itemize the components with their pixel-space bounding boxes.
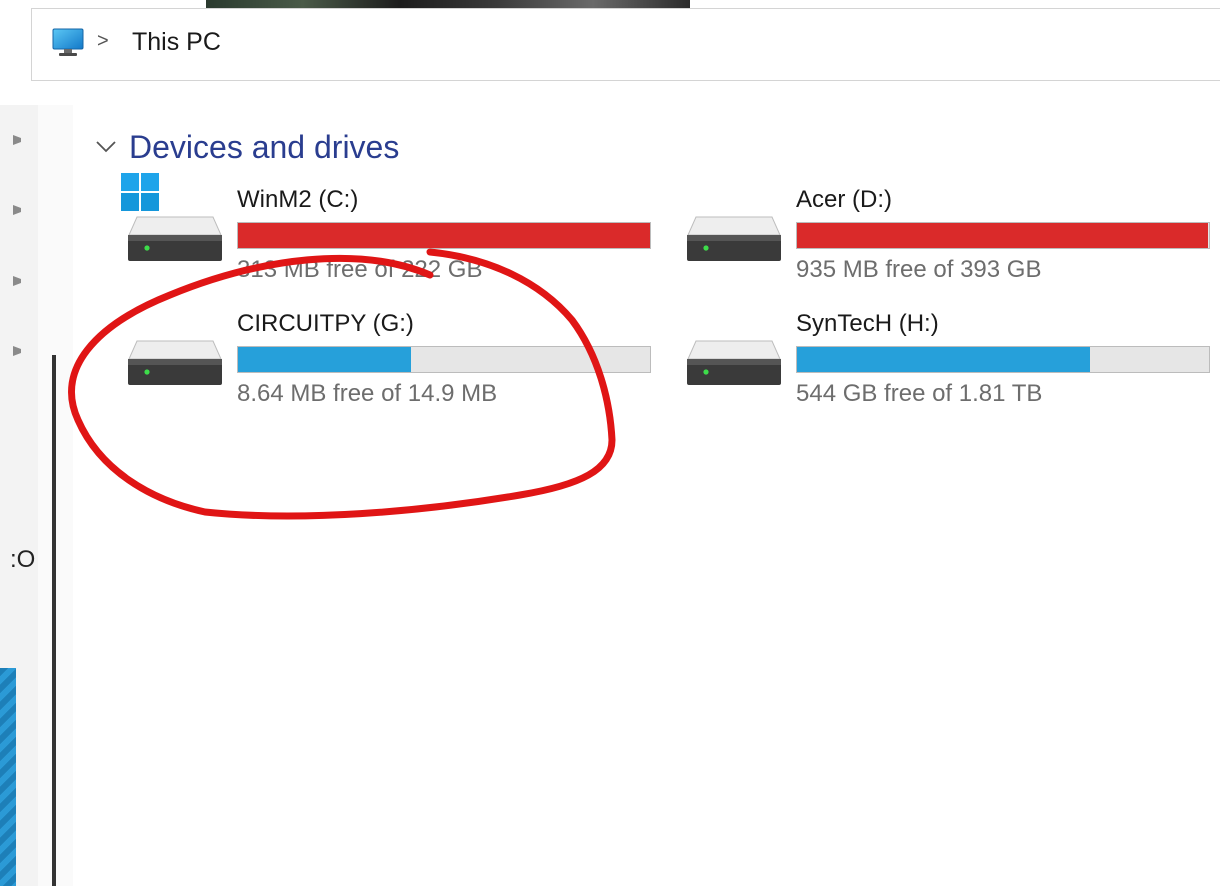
drive-tile-d[interactable]: Acer (D:) 935 MB free of 393 GB (686, 186, 1210, 287)
pin-icon[interactable] (10, 132, 26, 148)
drive-name: SynTecH (H:) (796, 310, 939, 337)
drive-tile-h[interactable]: SynTecH (H:) 544 GB free of 1.81 TB (686, 310, 1210, 411)
drive-name: CIRCUITPY (G:) (237, 310, 414, 337)
hard-drive-icon (128, 340, 222, 385)
drive-usage-bar (237, 222, 651, 249)
address-bar[interactable]: > This PC (31, 8, 1220, 81)
drive-name: WinM2 (C:) (237, 186, 359, 213)
pin-icon[interactable] (10, 202, 26, 218)
drive-usage-fill (238, 347, 412, 372)
drive-usage-bar (796, 222, 1210, 249)
drive-usage-fill (238, 223, 650, 248)
hard-drive-icon (687, 216, 781, 261)
breadcrumb-this-pc[interactable]: This PC (132, 28, 221, 57)
drive-usage-bar (796, 346, 1210, 373)
pin-icon[interactable] (10, 273, 26, 289)
drive-usage-bar (237, 346, 651, 373)
hard-drive-icon (128, 216, 222, 261)
section-title: Devices and drives (129, 129, 400, 165)
breadcrumb-separator[interactable]: > (97, 31, 109, 51)
windows-logo-icon (121, 173, 159, 211)
hard-drive-icon (687, 340, 781, 385)
desktop-background-fragment (0, 668, 16, 886)
drive-tile-c[interactable]: WinM2 (C:) 313 MB free of 222 GB (121, 173, 651, 287)
pin-icon[interactable] (10, 343, 26, 359)
drive-usage-fill (797, 347, 1090, 372)
chevron-down-icon[interactable] (95, 140, 117, 154)
drive-free-space: 935 MB free of 393 GB (796, 256, 1042, 283)
nav-pane-divider[interactable] (52, 355, 56, 886)
drive-name: Acer (D:) (796, 186, 892, 213)
file-explorer-window: > This PC :O Devices and drives WinM2 (C… (0, 0, 1220, 886)
drive-tile-g[interactable]: CIRCUITPY (G:) 8.64 MB free of 14.9 MB (127, 310, 651, 411)
drive-free-space: 8.64 MB free of 14.9 MB (237, 380, 498, 407)
drive-free-space: 313 MB free of 222 GB (237, 256, 483, 283)
drive-free-space: 544 GB free of 1.81 TB (796, 380, 1043, 407)
nav-partial-label: :O (10, 546, 36, 573)
drive-usage-fill (797, 223, 1209, 248)
this-pc-icon (52, 28, 84, 56)
